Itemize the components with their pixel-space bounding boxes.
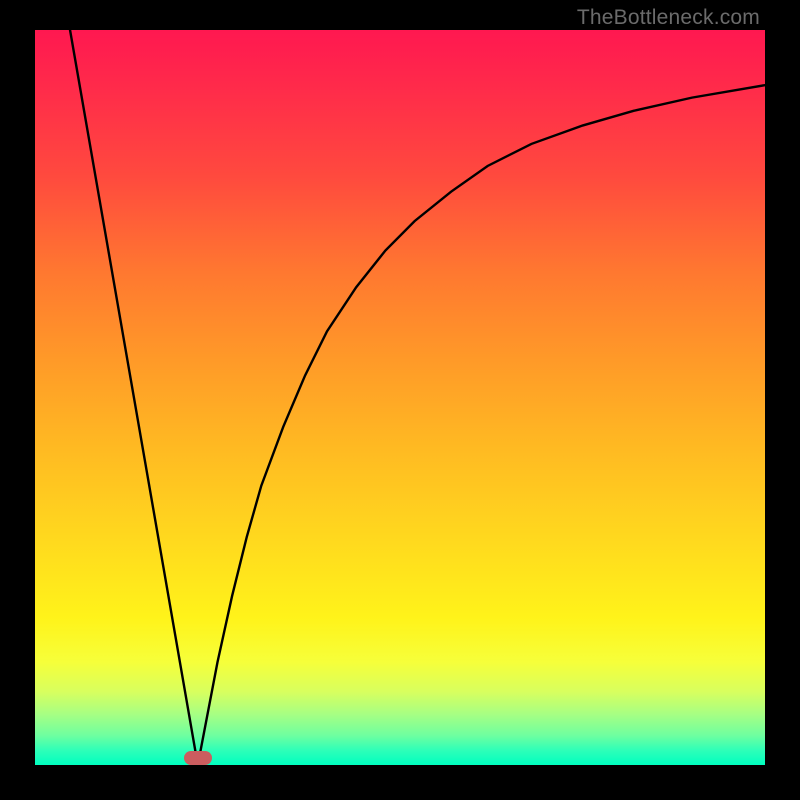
minimum-marker — [184, 751, 212, 765]
curve-left-branch — [70, 30, 198, 765]
curve-right-branch — [198, 85, 765, 765]
curve-layer — [35, 30, 765, 765]
chart-frame: TheBottleneck.com — [0, 0, 800, 800]
watermark-text: TheBottleneck.com — [577, 6, 760, 30]
plot-area — [35, 30, 765, 765]
